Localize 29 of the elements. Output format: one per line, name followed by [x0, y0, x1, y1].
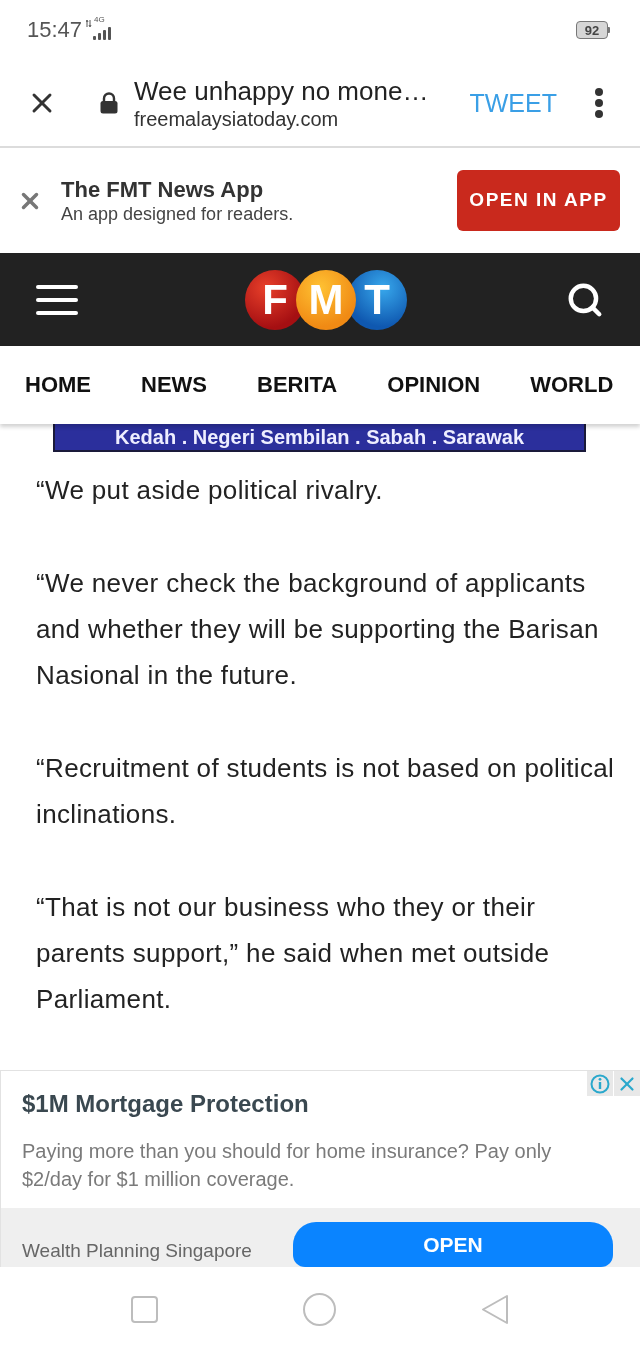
article-paragraph: “We put aside political rivalry.	[36, 474, 384, 507]
open-in-app-button[interactable]: OPEN IN APP	[457, 170, 620, 231]
lock-icon	[100, 92, 118, 114]
app-banner-title: The FMT News App	[61, 176, 265, 203]
menu-icon[interactable]	[36, 284, 78, 315]
nav-tab[interactable]: OPINION	[387, 374, 481, 396]
article-paragraph: “That is not our business who they or their parents support,” he said when met outside Parliament.	[36, 891, 551, 1016]
region-banner: Kedah . Negeri Sembilan . Sabah . Sarawak	[53, 424, 586, 452]
network-type-label: 4G	[94, 16, 105, 24]
info-icon[interactable]	[587, 1071, 613, 1096]
advertiser-name: Wealth Planning Singapore	[22, 1241, 252, 1260]
nav-tab[interactable]: BERITA	[257, 374, 338, 396]
signal-icon	[93, 27, 114, 40]
close-icon[interactable]	[614, 1071, 640, 1096]
ad-open-button[interactable]: OPEN	[293, 1222, 613, 1267]
ad-description: Paying more than you should for home insurance? Pay only $2/day for $1 million coverage.	[22, 1139, 553, 1192]
nav-tab[interactable]: HOME	[25, 374, 91, 396]
page-domain: freemalaysiatoday.com	[134, 107, 340, 131]
more-options-icon[interactable]	[595, 88, 603, 118]
data-arrows-icon	[86, 19, 93, 27]
article-paragraph: “We never check the background of applicants and whether they will be supporting the Barisan Nasional in the future.	[36, 567, 600, 692]
ad-title: $1M Mortgage Protection	[22, 1091, 310, 1117]
status-time: 15:47	[27, 19, 83, 41]
page-title: Wee unhappy no mone…	[134, 75, 429, 107]
article-paragraph: “Recruitment of students is not based on political inclinations.	[36, 752, 616, 831]
battery-indicator: 92	[576, 21, 610, 39]
app-banner-subtitle: An app designed for readers.	[61, 202, 294, 225]
nav-tab[interactable]: NEWS	[141, 374, 207, 396]
nav-tab[interactable]: WORLD	[530, 374, 614, 396]
